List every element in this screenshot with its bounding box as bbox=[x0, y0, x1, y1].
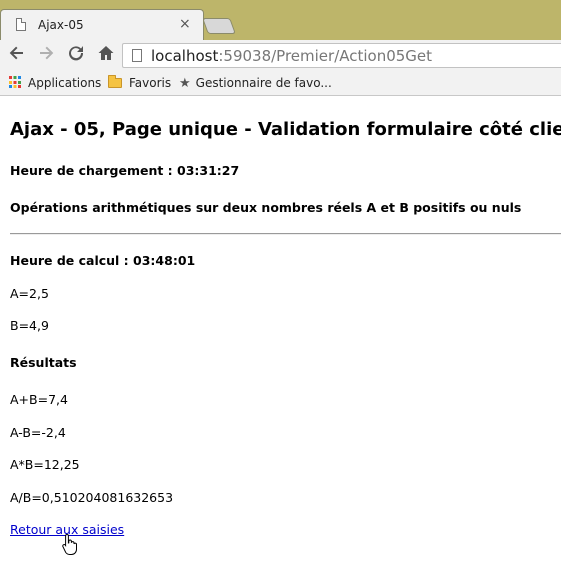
folder-icon bbox=[108, 75, 122, 88]
page-icon bbox=[132, 49, 142, 62]
page-subtitle: Opérations arithmétiques sur deux nombre… bbox=[10, 200, 522, 215]
value-b: B=4,9 bbox=[10, 318, 49, 333]
bookmark-favoris[interactable]: Favoris bbox=[108, 75, 171, 91]
bookmark-label: Gestionnaire de favo... bbox=[195, 76, 332, 90]
reload-icon[interactable] bbox=[66, 44, 86, 66]
url-host: localhost bbox=[151, 47, 219, 65]
forward-arrow-icon[interactable] bbox=[36, 44, 56, 66]
page-title: Ajax - 05, Page unique - Validation form… bbox=[10, 119, 561, 140]
bookmark-applications[interactable]: Applications bbox=[9, 75, 101, 91]
apps-grid-icon bbox=[9, 76, 21, 88]
bookmarks-bar: Applications Favoris ★ Gestionnaire de fa… bbox=[0, 71, 561, 96]
result-product: A*B=12,25 bbox=[10, 457, 80, 472]
new-tab-button[interactable] bbox=[202, 18, 236, 34]
divider bbox=[10, 233, 561, 235]
tab-title: Ajax-05 bbox=[38, 18, 84, 32]
result-difference: A-B=-2,4 bbox=[10, 425, 66, 440]
results-heading: Résultats bbox=[10, 355, 77, 370]
star-icon: ★ bbox=[179, 76, 191, 91]
bookmark-label: Favoris bbox=[129, 76, 172, 90]
value-a: A=2,5 bbox=[10, 286, 49, 301]
home-icon[interactable] bbox=[96, 44, 116, 66]
bookmark-manager[interactable]: ★ Gestionnaire de favo... bbox=[179, 75, 332, 92]
calc-time: Heure de calcul : 03:48:01 bbox=[10, 253, 196, 268]
result-sum: A+B=7,4 bbox=[10, 392, 68, 407]
bookmark-label: Applications bbox=[28, 76, 102, 90]
document-icon bbox=[16, 18, 26, 31]
url-text[interactable]: localhost:59038/Premier/Action05Get bbox=[151, 46, 432, 66]
tab-strip: Ajax-05 × bbox=[0, 0, 561, 40]
back-arrow-icon[interactable] bbox=[7, 44, 27, 66]
hand-cursor-icon bbox=[62, 533, 78, 555]
browser-toolbar: localhost:59038/Premier/Action05Get bbox=[0, 40, 561, 71]
url-path: :59038/Premier/Action05Get bbox=[218, 47, 433, 65]
tab-ajax-05[interactable]: Ajax-05 × bbox=[0, 9, 204, 40]
close-tab-icon[interactable]: × bbox=[179, 16, 191, 32]
result-quotient: A/B=0,510204081632653 bbox=[10, 490, 174, 505]
load-time: Heure de chargement : 03:31:27 bbox=[10, 163, 240, 178]
address-bar[interactable]: localhost:59038/Premier/Action05Get bbox=[122, 43, 561, 68]
